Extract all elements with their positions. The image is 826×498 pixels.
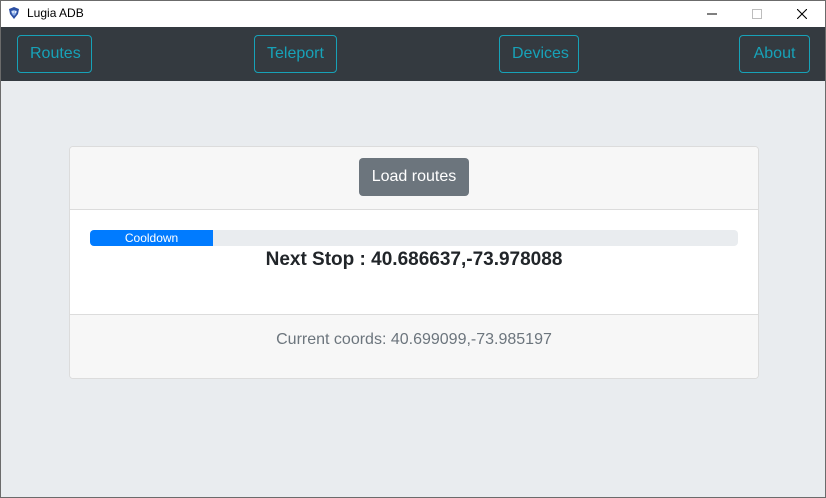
nav-about-button[interactable]: About (739, 35, 810, 73)
card-body: Cooldown Next Stop : 40.686637,-73.97808… (70, 210, 758, 314)
app-window: Lugia ADB Routes Teleport Devices About … (0, 0, 826, 498)
lugia-app-icon (7, 6, 21, 20)
cooldown-progress-fill: Cooldown (90, 230, 214, 246)
current-coords-text: Current coords: 40.699099,-73.985197 (276, 331, 552, 348)
route-card: Load routes Cooldown Next Stop : 40.6866… (69, 146, 759, 379)
card-header: Load routes (70, 147, 758, 210)
nav-teleport-button[interactable]: Teleport (254, 35, 337, 73)
maximize-icon[interactable] (734, 1, 780, 27)
card-footer: Current coords: 40.699099,-73.985197 (70, 314, 758, 378)
nav-devices-button[interactable]: Devices (499, 35, 579, 73)
next-stop-text: Next Stop : 40.686637,-73.978088 (265, 249, 563, 270)
load-routes-button[interactable]: Load routes (359, 158, 469, 196)
close-icon[interactable] (779, 1, 825, 27)
window-title: Lugia ADB (27, 6, 84, 20)
title-bar[interactable]: Lugia ADB (1, 1, 825, 27)
top-navbar: Routes Teleport Devices About (1, 27, 825, 81)
cooldown-progress-bar: Cooldown (90, 230, 738, 246)
minimize-icon[interactable] (689, 1, 735, 27)
nav-routes-button[interactable]: Routes (17, 35, 92, 73)
